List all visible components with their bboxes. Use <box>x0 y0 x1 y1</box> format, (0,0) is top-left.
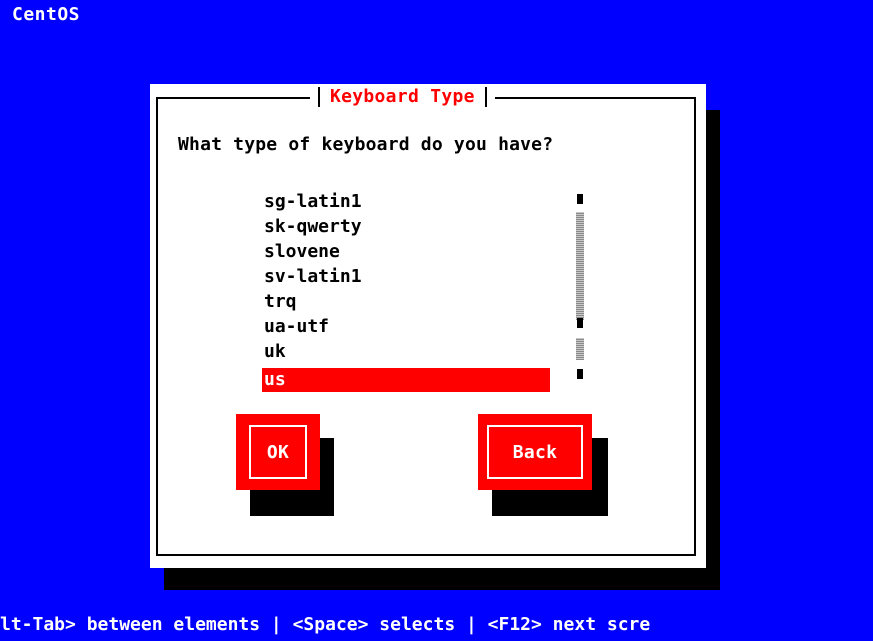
scrollbar-track-lower <box>576 338 584 360</box>
status-bar-hint: lt-Tab> between elements | <Space> selec… <box>0 612 873 641</box>
dialog-title-bar: Keyboard Type <box>310 84 495 110</box>
keyboard-type-dialog: Keyboard Type What type of keyboard do y… <box>150 84 706 568</box>
list-item[interactable]: trq <box>262 290 550 314</box>
list-item[interactable]: sk-qwerty <box>262 215 550 239</box>
list-item[interactable]: sg-latin1 <box>262 190 550 214</box>
list-item[interactable]: ua-utf <box>262 315 550 339</box>
scrollbar-thumb[interactable] <box>577 318 583 328</box>
list-item-selected[interactable]: us <box>262 368 550 392</box>
scrollbar-track <box>576 212 584 320</box>
os-title: CentOS <box>12 4 81 25</box>
keyboard-listbox[interactable]: sg-latin1 sk-qwerty slovene sv-latin1 tr… <box>262 190 592 392</box>
title-right-tick <box>484 87 487 107</box>
scrollbar-down-marker <box>577 369 583 379</box>
back-button-label: Back <box>487 425 583 479</box>
list-item[interactable]: uk <box>262 340 550 364</box>
list-item[interactable]: slovene <box>262 240 550 264</box>
dialog-question: What type of keyboard do you have? <box>178 134 554 155</box>
list-scrollbar[interactable] <box>576 192 584 382</box>
list-item[interactable]: sv-latin1 <box>262 265 550 289</box>
ok-button[interactable]: OK <box>236 414 320 490</box>
installer-screen: CentOS Keyboard Type What type of keyboa… <box>0 0 873 641</box>
ok-button-label: OK <box>249 425 307 479</box>
back-button[interactable]: Back <box>478 414 592 490</box>
dialog-title: Keyboard Type <box>330 86 475 107</box>
scrollbar-up-marker <box>577 194 583 204</box>
